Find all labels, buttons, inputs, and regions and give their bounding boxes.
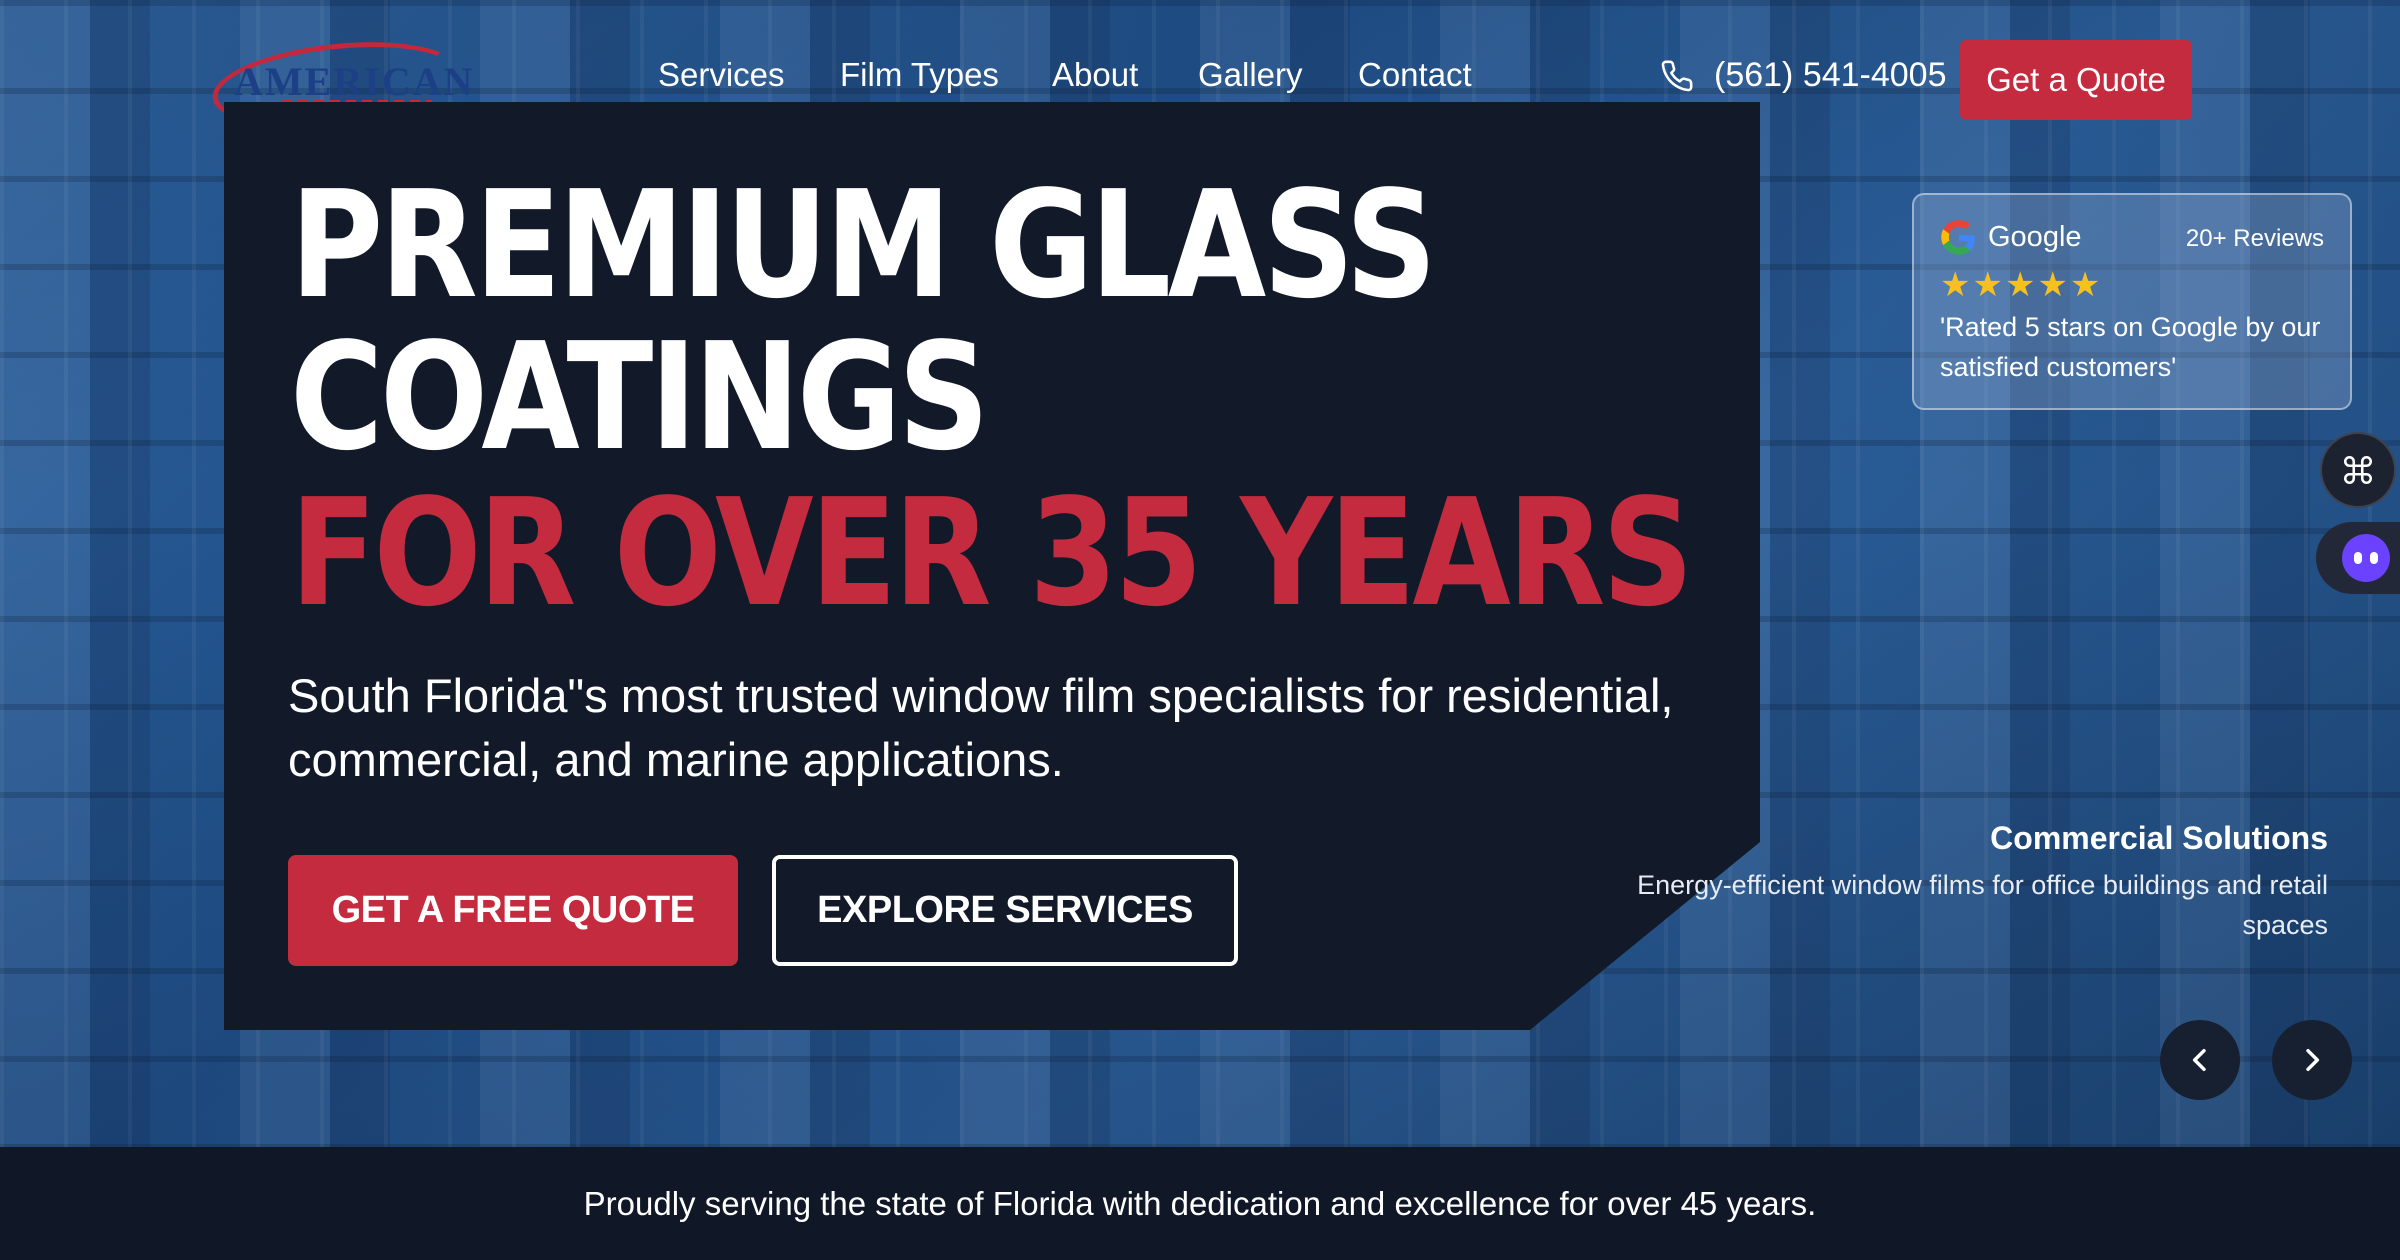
slide-caption: Commercial Solutions Energy-efficient wi… (1628, 820, 2328, 945)
nav-contact[interactable]: Contact (1358, 56, 1472, 94)
service-area-text: Proudly serving the state of Florida wit… (583, 1184, 1817, 1222)
chevron-right-icon (2306, 1048, 2320, 1072)
nav-gallery[interactable]: Gallery (1198, 56, 1303, 94)
hero-subtitle: South Florida"s most trusted window film… (288, 669, 1674, 786)
review-provider: Google (1988, 221, 2082, 253)
phone-link[interactable]: (561) 541-4005 (1660, 56, 1947, 95)
nav-film-types[interactable]: Film Types (840, 56, 999, 94)
command-icon (2343, 455, 2373, 485)
hero-heading-highlight: FOR OVER 35 YEARS (290, 467, 1694, 639)
get-free-quote-button[interactable]: GET A FREE QUOTE (288, 855, 738, 966)
star-rating-icon: ★★★★★ (1940, 266, 2103, 304)
chevron-left-icon (2192, 1048, 2206, 1072)
google-icon (1941, 220, 1975, 255)
hero-heading-line-1: PREMIUM GLASS (290, 159, 1437, 331)
get-a-quote-button[interactable]: Get a Quote (1960, 40, 2192, 120)
assistant-widget-button[interactable] (2316, 522, 2400, 594)
slide-title: Commercial Solutions (1990, 820, 2328, 856)
review-count: 20+ Reviews (2185, 225, 2324, 252)
command-menu-button[interactable] (2320, 432, 2396, 508)
slide-description: Energy-efficient window films for office… (1637, 870, 2328, 940)
hero-heading-line-2: COATINGS (290, 311, 990, 483)
slider-next-button[interactable] (2272, 1020, 2352, 1100)
nav-about[interactable]: About (1052, 56, 1138, 94)
service-area-banner: Proudly serving the state of Florida wit… (0, 1147, 2400, 1260)
nav-services[interactable]: Services (658, 56, 785, 94)
assistant-face-icon (2342, 534, 2390, 582)
review-quote: 'Rated 5 stars on Google by our satisfie… (1940, 312, 2321, 382)
google-review-card[interactable]: Google 20+ Reviews ★★★★★ 'Rated 5 stars … (1912, 193, 2352, 410)
explore-services-button[interactable]: EXPLORE SERVICES (772, 855, 1238, 966)
phone-icon (1661, 60, 1693, 91)
phone-number: (561) 541-4005 (1714, 56, 1947, 94)
logo-wordmark: AMERICAN (234, 59, 475, 104)
slider-prev-button[interactable] (2160, 1020, 2240, 1100)
